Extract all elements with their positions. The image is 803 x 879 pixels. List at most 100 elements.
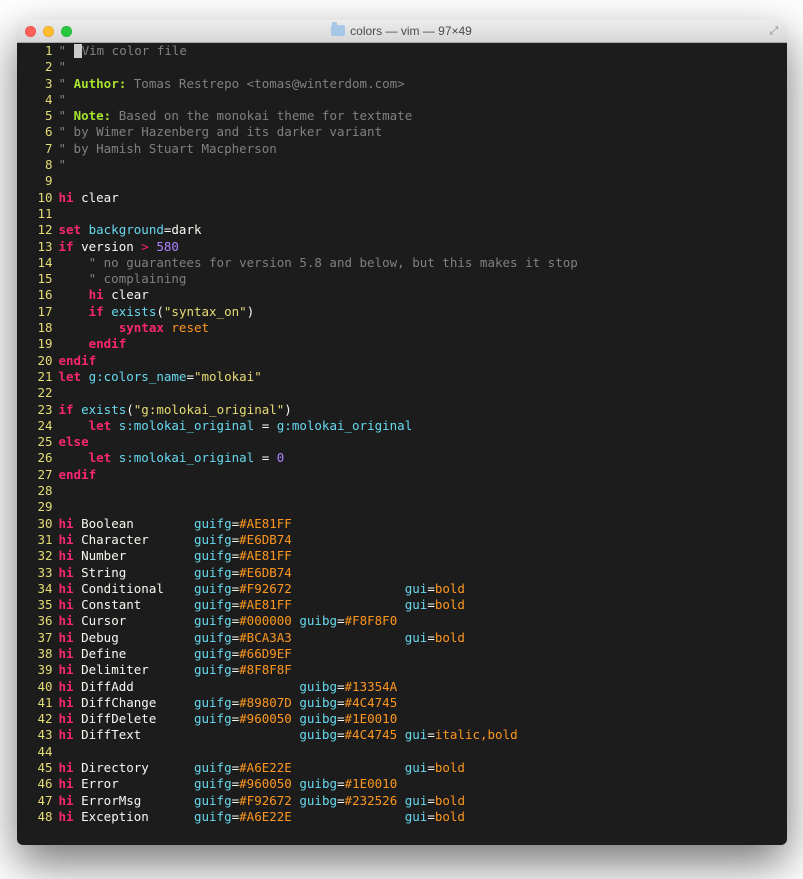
line-number: 30 <box>17 516 53 532</box>
window-title: colors — vim — 97×49 <box>17 24 787 38</box>
line-number: 37 <box>17 630 53 646</box>
code-line: endif <box>59 353 787 369</box>
line-number: 27 <box>17 467 53 483</box>
line-number: 1 <box>17 43 53 59</box>
code-line: hi Delimiter guifg=#8F8F8F <box>59 662 787 678</box>
terminal-window: colors — vim — 97×49 ⤢ 12345678910111213… <box>17 20 787 845</box>
code-line <box>59 206 787 222</box>
line-number: 34 <box>17 581 53 597</box>
line-number: 10 <box>17 190 53 206</box>
code-line: hi Exception guifg=#A6E22E gui=bold <box>59 809 787 825</box>
line-number: 2 <box>17 59 53 75</box>
line-number: 3 <box>17 76 53 92</box>
code-line: hi clear <box>59 287 787 303</box>
code-line: if exists("g:molokai_original") <box>59 402 787 418</box>
titlebar[interactable]: colors — vim — 97×49 ⤢ <box>17 20 787 43</box>
line-number: 39 <box>17 662 53 678</box>
line-number: 4 <box>17 92 53 108</box>
code-line: hi ErrorMsg guifg=#F92672 guibg=#232526 … <box>59 793 787 809</box>
code-line: " Vim color file <box>59 43 787 59</box>
line-number: 44 <box>17 744 53 760</box>
code-line: syntax reset <box>59 320 787 336</box>
line-number: 12 <box>17 222 53 238</box>
line-number: 25 <box>17 434 53 450</box>
code-line: " by Wimer Hazenberg and its darker vari… <box>59 124 787 140</box>
cursor <box>74 44 82 58</box>
line-number: 20 <box>17 353 53 369</box>
code-line: hi String guifg=#E6DB74 <box>59 565 787 581</box>
line-number-gutter: 1234567891011121314151617181920212223242… <box>17 43 59 845</box>
code-line: if version > 580 <box>59 239 787 255</box>
line-number: 38 <box>17 646 53 662</box>
line-number: 19 <box>17 336 53 352</box>
line-number: 40 <box>17 679 53 695</box>
line-number: 35 <box>17 597 53 613</box>
line-number: 21 <box>17 369 53 385</box>
folder-icon <box>331 25 345 36</box>
code-line: hi Directory guifg=#A6E22E gui=bold <box>59 760 787 776</box>
code-line <box>59 744 787 760</box>
line-number: 11 <box>17 206 53 222</box>
line-number: 29 <box>17 499 53 515</box>
line-number: 43 <box>17 727 53 743</box>
code-line: " <box>59 59 787 75</box>
code-line: hi Error guifg=#960050 guibg=#1E0010 <box>59 776 787 792</box>
code-line <box>59 385 787 401</box>
code-line: endif <box>59 467 787 483</box>
code-line: hi clear <box>59 190 787 206</box>
code-line: " Author: Tomas Restrepo <tomas@winterdo… <box>59 76 787 92</box>
code-line <box>59 499 787 515</box>
code-line: " complaining <box>59 271 787 287</box>
code-line: endif <box>59 336 787 352</box>
line-number: 16 <box>17 287 53 303</box>
line-number: 46 <box>17 776 53 792</box>
code-line: let g:colors_name="molokai" <box>59 369 787 385</box>
line-number: 24 <box>17 418 53 434</box>
line-number: 48 <box>17 809 53 825</box>
code-line: hi Boolean guifg=#AE81FF <box>59 516 787 532</box>
terminal-body[interactable]: 1234567891011121314151617181920212223242… <box>17 43 787 845</box>
code-line: hi DiffText guibg=#4C4745 gui=italic,bol… <box>59 727 787 743</box>
code-line: " <box>59 92 787 108</box>
line-number: 36 <box>17 613 53 629</box>
line-number: 45 <box>17 760 53 776</box>
line-number: 6 <box>17 124 53 140</box>
expand-icon[interactable]: ⤢ <box>770 25 781 36</box>
code-line: hi Cursor guifg=#000000 guibg=#F8F8F0 <box>59 613 787 629</box>
code-line <box>59 173 787 189</box>
line-number: 17 <box>17 304 53 320</box>
line-number: 32 <box>17 548 53 564</box>
line-number: 9 <box>17 173 53 189</box>
line-number: 8 <box>17 157 53 173</box>
code-line: else <box>59 434 787 450</box>
line-number: 13 <box>17 239 53 255</box>
code-line: if exists("syntax_on") <box>59 304 787 320</box>
line-number: 28 <box>17 483 53 499</box>
line-number: 18 <box>17 320 53 336</box>
code-line: hi Conditional guifg=#F92672 gui=bold <box>59 581 787 597</box>
line-number: 26 <box>17 450 53 466</box>
code-line: " by Hamish Stuart Macpherson <box>59 141 787 157</box>
code-line: " <box>59 157 787 173</box>
line-number: 42 <box>17 711 53 727</box>
line-number: 14 <box>17 255 53 271</box>
line-number: 22 <box>17 385 53 401</box>
line-number: 5 <box>17 108 53 124</box>
code-area[interactable]: " Vim color file"" Author: Tomas Restrep… <box>59 43 787 845</box>
code-line: hi Debug guifg=#BCA3A3 gui=bold <box>59 630 787 646</box>
line-number: 7 <box>17 141 53 157</box>
window-title-text: colors — vim — 97×49 <box>350 24 472 38</box>
code-line: hi Define guifg=#66D9EF <box>59 646 787 662</box>
code-line: hi Character guifg=#E6DB74 <box>59 532 787 548</box>
code-line: hi Constant guifg=#AE81FF gui=bold <box>59 597 787 613</box>
code-line: hi DiffDelete guifg=#960050 guibg=#1E001… <box>59 711 787 727</box>
code-line: " no guarantees for version 5.8 and belo… <box>59 255 787 271</box>
line-number: 41 <box>17 695 53 711</box>
line-number: 23 <box>17 402 53 418</box>
code-line: hi DiffChange guifg=#89807D guibg=#4C474… <box>59 695 787 711</box>
code-line: " Note: Based on the monokai theme for t… <box>59 108 787 124</box>
line-number: 47 <box>17 793 53 809</box>
code-line: set background=dark <box>59 222 787 238</box>
code-line: let s:molokai_original = g:molokai_origi… <box>59 418 787 434</box>
code-line: let s:molokai_original = 0 <box>59 450 787 466</box>
